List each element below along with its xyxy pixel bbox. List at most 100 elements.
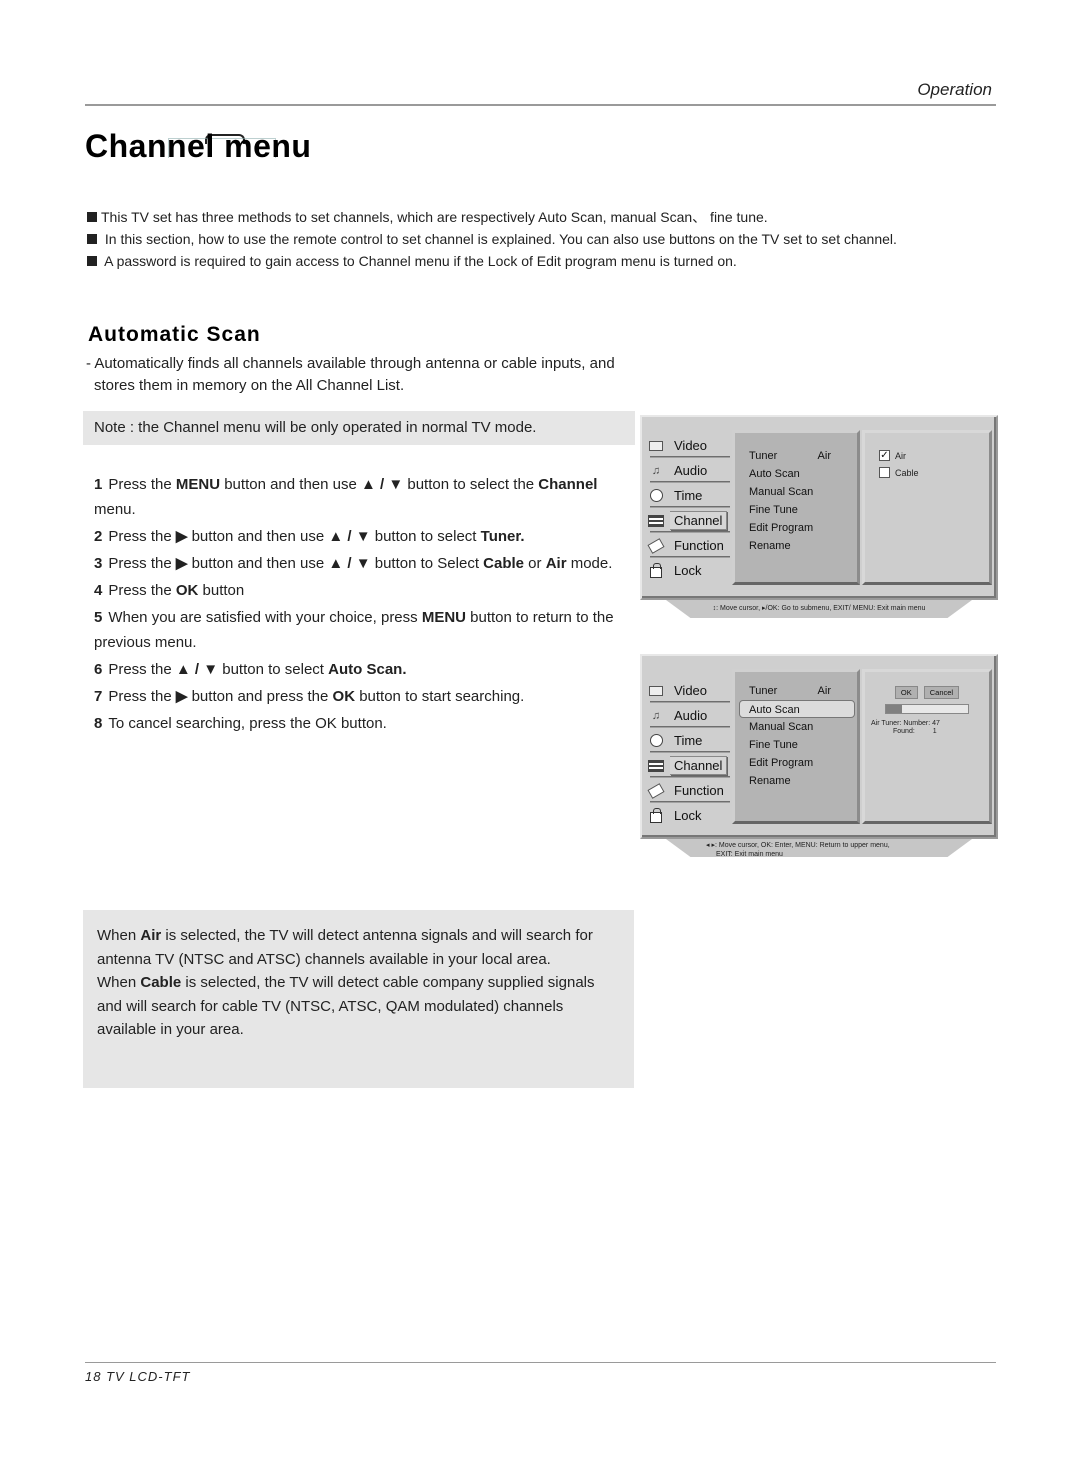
tag-icon [647, 782, 665, 799]
tv-menu-sidebar: Video ♫ Audio Time Channel Function Lock [647, 433, 730, 585]
body-text: button and then use [187, 555, 329, 572]
tv-submenu-value: Air [817, 450, 831, 462]
emphasis-text: Channel [538, 476, 598, 493]
body-text: button [198, 582, 245, 599]
tv-sidebar-label: Video [674, 683, 708, 698]
tv-submenu-label: Edit Program [749, 757, 814, 769]
tv-sidebar-label: Audio [674, 708, 708, 723]
body-text: button and then use [187, 528, 329, 545]
tv-submenu-value: Air [817, 685, 831, 697]
checkbox-icon[interactable] [879, 467, 890, 478]
tv-help-bar: ↕: Move cursor, ▸/OK: Go to submenu, EXI… [666, 600, 972, 618]
emphasis-text: MENU [175, 476, 221, 493]
tv-menu-sidebar: Video ♫ Audio Time Channel Function Lock [647, 678, 730, 830]
intro-paragraph: In this section, how to use the remote c… [87, 228, 907, 250]
tv-submenu-item[interactable]: Fine Tune [735, 501, 857, 519]
tv-sidebar-item-time[interactable]: Time [648, 728, 730, 753]
tv-sidebar-item-function[interactable]: Function [647, 778, 730, 803]
tv-submenu-item[interactable]: Fine Tune [735, 736, 857, 754]
bullet-square-icon [87, 212, 97, 222]
tv-submenu-item[interactable]: Auto Scan [739, 700, 855, 718]
tv-sidebar-label: Function [674, 538, 724, 553]
intro-paragraph: A password is required to gain access to… [87, 250, 907, 272]
emphasis-text: ▶ [175, 528, 188, 545]
body-text: Press the [108, 661, 176, 678]
emphasis-text: Tuner. [480, 528, 525, 545]
tv-sidebar-item-function[interactable]: Function [647, 533, 730, 558]
body-text: button to select [218, 661, 329, 678]
step-item: 6 Press the ▲ / ▼ button to select Auto S… [94, 657, 624, 682]
step-item: 7 Press the ▶ button and press the OK but… [94, 684, 624, 709]
footer-divider [85, 1362, 996, 1363]
step-number: 8 [94, 715, 103, 732]
body-text: When [97, 974, 141, 991]
tv-option-air[interactable]: ✓ Air [865, 447, 989, 464]
intro-paragraph: This TV set has three methods to set cha… [87, 206, 907, 228]
emphasis-text: Air [545, 555, 567, 572]
tv-submenu-item[interactable]: Manual Scan [735, 718, 857, 736]
tv-sidebar-label: Lock [674, 808, 702, 823]
bullet-square-icon [87, 234, 97, 244]
tv-submenu-item[interactable]: Edit Program [735, 519, 857, 537]
scan-info: Air Tuner: Number: 47 Found: 1 [871, 720, 940, 735]
tv-sidebar-label: Video [674, 438, 708, 453]
tv-sidebar-item-lock[interactable]: Lock [648, 803, 730, 828]
tv-sidebar-label: Channel [670, 511, 728, 530]
page-footer: 18 TV LCD-TFT [85, 1369, 191, 1384]
tv-sidebar-item-video[interactable]: Video [648, 678, 730, 703]
emphasis-text: ▲ / ▼ [328, 555, 371, 572]
step-number: 3 [94, 555, 103, 572]
tv-submenu-item[interactable]: Edit Program [735, 754, 857, 772]
tv-sidebar-item-audio[interactable]: ♫ Audio [648, 703, 730, 728]
tv-submenu-item[interactable]: Tuner Air [735, 682, 857, 700]
tv-sidebar-item-lock[interactable]: Lock [648, 558, 730, 583]
scan-cancel-button[interactable]: Cancel [923, 686, 960, 699]
channel-list-icon [648, 514, 664, 528]
tv-submenu-label: Tuner [749, 450, 778, 462]
emphasis-text: ▲ / ▼ [328, 528, 371, 545]
tv-submenu-item[interactable]: Auto Scan [735, 465, 857, 483]
body-text: Press the [108, 555, 176, 572]
tv-sidebar-label: Time [674, 488, 703, 503]
tv-sidebar-item-audio[interactable]: ♫ Audio [648, 458, 730, 483]
tv-options-panel: ✓ Air Cable [862, 430, 992, 585]
tag-icon [647, 537, 665, 554]
body-text: Press the [108, 688, 176, 705]
music-note-icon: ♫ [651, 709, 661, 722]
tv-menu-screen-autoscan: Video ♫ Audio Time Channel Function Lock Tuner… [640, 654, 998, 859]
step-item: 8 To cancel searching, press the OK butto… [94, 711, 624, 736]
page-title: Channel menu [85, 128, 312, 164]
body-text: To cancel searching, press the OK button… [108, 715, 387, 732]
tv-submenu-item[interactable]: Manual Scan [735, 483, 857, 501]
tv-submenu-item[interactable]: Rename [735, 772, 857, 790]
step-item: 5 When you are satisfied with your choice… [94, 605, 624, 655]
tv-submenu-item[interactable]: Rename [735, 537, 857, 555]
emphasis-text: Cable [483, 555, 525, 572]
emphasis-text: ▲ / ▼ [175, 661, 219, 678]
tv-option-cable[interactable]: Cable [865, 464, 989, 481]
info-box: When Air is selected, the TV will detect… [83, 910, 634, 1088]
scan-ok-button[interactable]: OK [894, 686, 918, 699]
tv-sidebar-item-time[interactable]: Time [648, 483, 730, 508]
monitor-icon [648, 439, 664, 453]
step-number: 2 [94, 528, 103, 545]
body-text: button to select [370, 528, 481, 545]
tv-sidebar-label: Time [674, 733, 703, 748]
tv-sidebar-item-channel[interactable]: Channel [648, 753, 730, 778]
bullet-square-icon [87, 256, 97, 266]
body-text: Press the [108, 528, 176, 545]
body-text: When [97, 927, 141, 944]
tv-submenu-item[interactable]: Tuner Air [735, 447, 857, 465]
tv-submenu: Tuner Air Auto Scan Manual Scan Fine Tune Edi… [732, 669, 860, 824]
body-text: Press the [108, 476, 176, 493]
step-number: 6 [94, 661, 103, 678]
tv-sidebar-item-channel[interactable]: Channel [648, 508, 730, 533]
emphasis-text: OK [175, 582, 199, 599]
tv-scan-panel: OK Cancel Air Tuner: Number: 47 Found: 1 [862, 669, 992, 824]
emphasis-text: ▲ / ▼ [361, 476, 404, 493]
emphasis-text: ▶ [175, 688, 188, 705]
checkbox-checked-icon[interactable]: ✓ [879, 450, 890, 461]
step-item: 3 Press the ▶ button and then use ▲ / ▼ b… [94, 551, 624, 576]
tv-sidebar-item-video[interactable]: Video [648, 433, 730, 458]
monitor-icon [648, 684, 664, 698]
